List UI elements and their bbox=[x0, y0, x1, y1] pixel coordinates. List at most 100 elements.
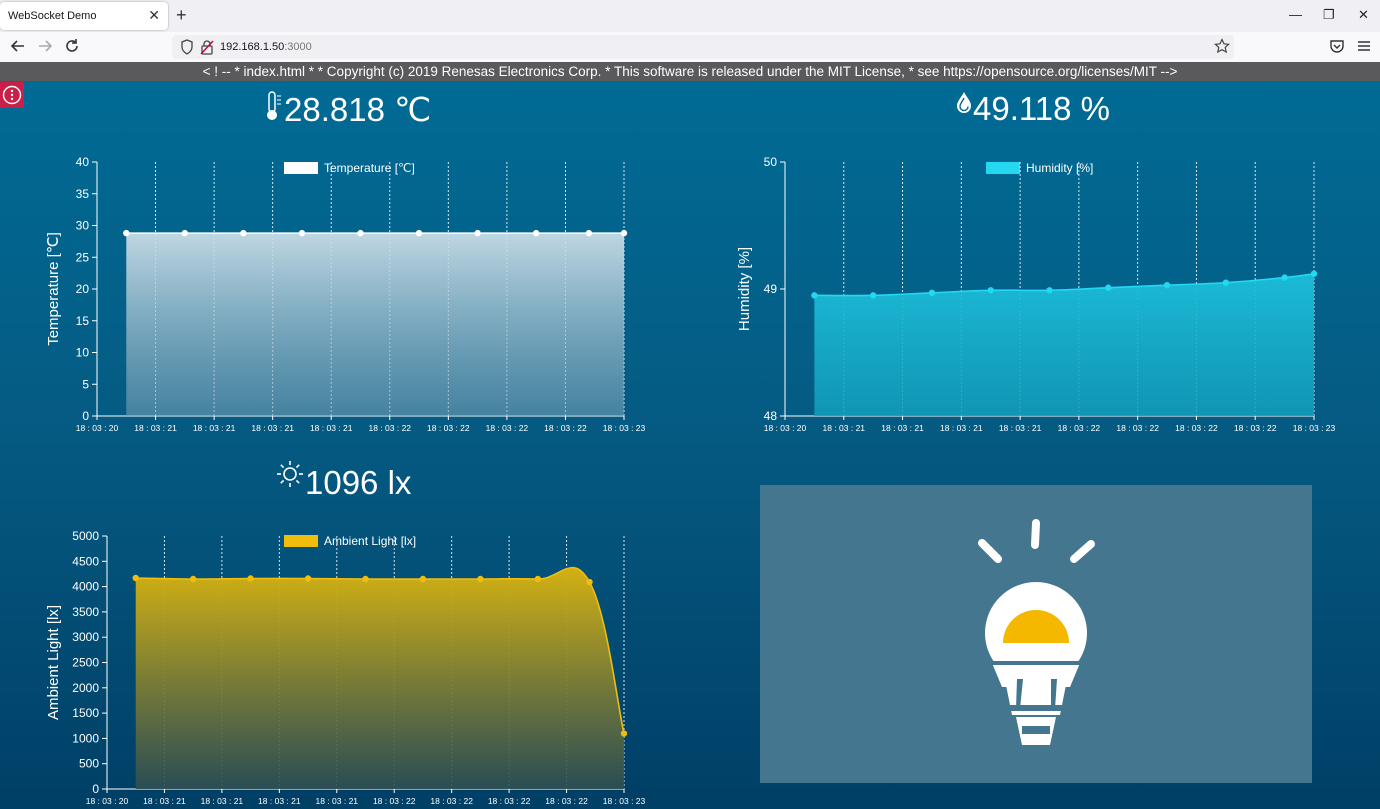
y-tick-label: 25 bbox=[76, 250, 90, 264]
x-tick-label: 18 : 03 : 21 bbox=[310, 423, 353, 433]
temperature-chart: Temperature [℃] 0 5 10 15 20 25 30 35 40 18 : 03 :… bbox=[45, 155, 646, 433]
data-point bbox=[474, 229, 481, 237]
browser-tab[interactable]: WebSocket Demo ✕ bbox=[0, 2, 168, 30]
data-point bbox=[415, 229, 423, 237]
x-tick-label: 18 : 03 : 22 bbox=[430, 796, 473, 806]
light-chart: Ambient Light [lx] 0 500 1000 1500 2000 2500 30… bbox=[45, 529, 646, 806]
x-tick-label: 18 : 03 : 23 bbox=[603, 796, 646, 806]
light-bulb-panel bbox=[760, 485, 1312, 783]
back-button[interactable] bbox=[10, 38, 26, 58]
window-close-button[interactable]: ✕ bbox=[1358, 7, 1369, 23]
y-tick-label: 5000 bbox=[72, 529, 99, 543]
y-axis-label: Ambient Light [lx] bbox=[45, 605, 62, 720]
data-point bbox=[532, 229, 540, 237]
more-vertical-icon bbox=[2, 85, 22, 105]
y-tick-label: 3500 bbox=[72, 605, 99, 619]
kebab-menu-button[interactable] bbox=[0, 82, 24, 108]
y-tick-label: 2000 bbox=[72, 681, 99, 695]
data-point bbox=[987, 287, 994, 294]
y-tick-label: 35 bbox=[76, 187, 90, 201]
url-host: 192.168.1.50 bbox=[220, 41, 285, 53]
data-point bbox=[304, 575, 312, 582]
x-tick-label: 18 : 03 : 22 bbox=[486, 423, 529, 433]
x-tick-label: 18 : 03 : 21 bbox=[881, 423, 924, 433]
tab-strip: WebSocket Demo ✕ + — ❐ ✕ bbox=[0, 0, 1380, 32]
legend-label: Humidity [%] bbox=[1026, 161, 1093, 175]
series-area bbox=[126, 233, 625, 416]
humidity-chart: Humidity [%] 48 49 50 18 : 03 : 20 18 : 03 : … bbox=[736, 155, 1336, 433]
y-tick-label: 30 bbox=[76, 219, 90, 233]
back-arrow-icon bbox=[10, 40, 24, 52]
reload-button[interactable] bbox=[64, 38, 80, 58]
data-point bbox=[477, 575, 484, 583]
pocket-icon[interactable] bbox=[1329, 38, 1345, 54]
y-tick-label: 0 bbox=[92, 782, 99, 796]
y-tick-label: 15 bbox=[76, 314, 90, 328]
x-tick-label: 18 : 03 : 21 bbox=[134, 423, 177, 433]
data-point bbox=[240, 229, 247, 237]
y-tick-label: 4000 bbox=[72, 580, 99, 594]
light-bulb-icon bbox=[978, 519, 1095, 745]
x-tick-label: 18 : 03 : 22 bbox=[1058, 423, 1101, 433]
forward-arrow-icon bbox=[39, 40, 53, 52]
data-point bbox=[928, 289, 936, 297]
data-point bbox=[620, 229, 628, 237]
url-text: 192.168.1.50:3000 bbox=[220, 41, 312, 53]
page-content: < ! -- * index.html * * Copyright (c) 20… bbox=[0, 62, 1380, 809]
data-point bbox=[181, 229, 189, 237]
x-tick-label: 18 : 03 : 21 bbox=[823, 423, 866, 433]
x-tick-label: 18 : 03 : 22 bbox=[373, 796, 416, 806]
insecure-lock-icon[interactable] bbox=[200, 39, 214, 55]
forward-button[interactable] bbox=[37, 38, 53, 58]
data-point bbox=[1222, 279, 1230, 286]
y-axis-label: Humidity [%] bbox=[736, 247, 753, 331]
license-banner: < ! -- * index.html * * Copyright (c) 20… bbox=[0, 62, 1380, 81]
y-axis-label: Temperature [℃] bbox=[45, 232, 62, 346]
tab-close-icon[interactable]: ✕ bbox=[148, 8, 160, 22]
x-tick-label: 18 : 03 : 22 bbox=[427, 423, 470, 433]
restore-button[interactable]: ❐ bbox=[1323, 7, 1335, 23]
data-point bbox=[585, 229, 593, 237]
humidity-readout: 49.118 % bbox=[973, 90, 1110, 127]
tab-title: WebSocket Demo bbox=[8, 10, 97, 22]
y-tick-label: 500 bbox=[79, 757, 99, 771]
data-point bbox=[534, 575, 542, 583]
address-bar[interactable]: 192.168.1.50:3000 bbox=[172, 35, 1234, 59]
legend-label: Temperature [℃] bbox=[324, 161, 415, 175]
data-point bbox=[620, 730, 628, 737]
minimize-button[interactable]: — bbox=[1289, 7, 1302, 23]
data-point bbox=[586, 578, 593, 586]
x-tick-label: 18 : 03 : 21 bbox=[201, 796, 244, 806]
bookmark-star-icon[interactable] bbox=[1214, 37, 1230, 55]
data-point bbox=[132, 574, 139, 582]
y-tick-label: 5 bbox=[82, 377, 89, 391]
tracking-shield-icon[interactable] bbox=[180, 39, 194, 55]
data-point bbox=[1310, 270, 1318, 277]
data-point bbox=[419, 575, 427, 583]
data-point bbox=[1163, 281, 1171, 289]
nav-toolbar: 192.168.1.50:3000 bbox=[0, 32, 1380, 63]
y-tick-label: 40 bbox=[76, 155, 90, 169]
y-tick-label: 0 bbox=[82, 409, 89, 423]
reload-icon bbox=[66, 39, 78, 52]
y-tick-label: 1500 bbox=[72, 706, 99, 720]
data-point bbox=[357, 229, 364, 237]
x-tick-label: 18 : 03 : 21 bbox=[258, 796, 301, 806]
x-tick-label: 18 : 03 : 21 bbox=[940, 423, 983, 433]
data-point bbox=[362, 575, 369, 583]
x-tick-label: 18 : 03 : 22 bbox=[369, 423, 412, 433]
legend-swatch bbox=[986, 162, 1020, 174]
x-tick-label: 18 : 03 : 21 bbox=[316, 796, 359, 806]
hamburger-menu-icon[interactable] bbox=[1356, 38, 1372, 54]
data-point bbox=[298, 229, 306, 237]
data-point bbox=[1105, 284, 1112, 291]
x-tick-label: 18 : 03 : 22 bbox=[1234, 423, 1277, 433]
url-port: :3000 bbox=[284, 41, 312, 53]
x-tick-label: 18 : 03 : 22 bbox=[544, 423, 587, 433]
x-tick-label: 18 : 03 : 21 bbox=[193, 423, 236, 433]
y-tick-label: 3000 bbox=[72, 630, 99, 644]
x-tick-label: 18 : 03 : 21 bbox=[143, 796, 186, 806]
series-area bbox=[135, 567, 624, 789]
x-tick-label: 18 : 03 : 23 bbox=[603, 423, 646, 433]
new-tab-button[interactable]: + bbox=[176, 5, 187, 25]
